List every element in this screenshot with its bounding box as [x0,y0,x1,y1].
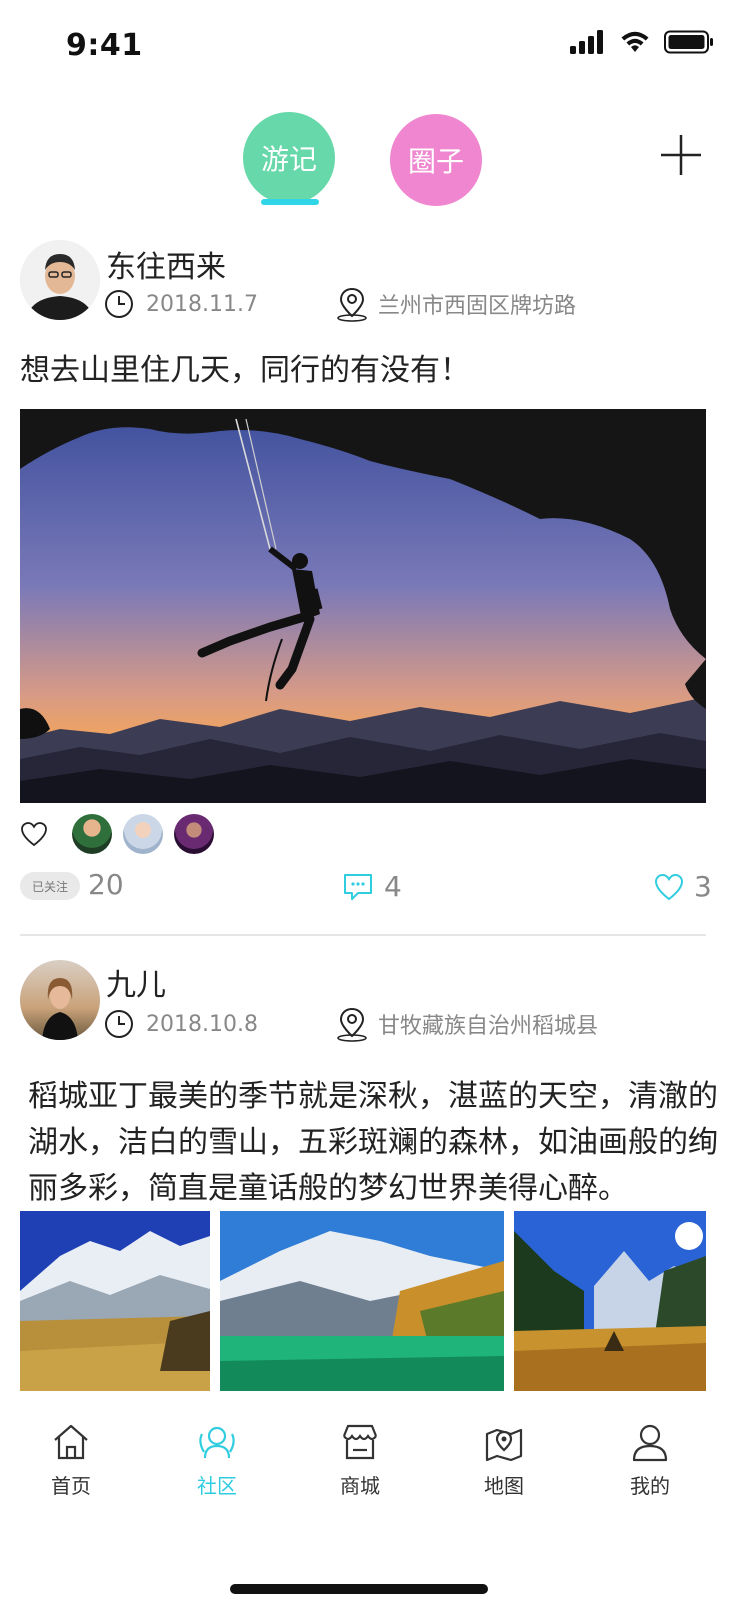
wifi-icon [621,31,649,52]
author-name[interactable]: 东往西来 [106,242,226,286]
heart-icon [654,873,684,900]
liker-avatar[interactable] [174,814,214,854]
comment-count: 4 [384,870,402,903]
post-text: 稻城亚丁最美的季节就是深秋，湛蓝的天空，清澈的湖水，洁白的雪山，五彩斑斓的森林，… [28,1079,718,1206]
nav-label: 社区 [197,1474,237,1498]
community-icon [199,1426,235,1459]
nav-label: 首页 [51,1474,91,1498]
bottom-nav: 首页 社区 商城 地图 我的 [0,1406,750,1556]
post-location[interactable]: 甘牧藏族自治州稻城县 [378,1008,598,1040]
top-tabs: 游记 圈子 [0,112,750,222]
post-text: 想去山里住几天，同行的有没有！ [20,353,470,388]
active-tab-underline [261,199,319,205]
author-avatar[interactable] [20,960,100,1040]
post-thumbnail[interactable] [20,1211,210,1391]
store-icon [342,1424,378,1460]
comment-button[interactable]: 4 [342,870,402,903]
status-icons [570,30,714,54]
home-icon [54,1424,88,1460]
author-name[interactable]: 九儿 [106,960,166,1004]
home-indicator[interactable] [230,1584,488,1594]
nav-map[interactable]: 地图 [454,1422,554,1499]
heart-outline-icon[interactable] [20,820,48,848]
tab-quanzi[interactable]: 圈子 [390,114,482,206]
like-count: 3 [694,870,712,903]
post-image[interactable] [20,409,706,803]
post-location[interactable]: 兰州市西固区牌坊路 [378,288,576,320]
glacier-lake-photo [220,1211,504,1391]
follow-count: 20 [88,868,124,901]
nav-profile[interactable]: 我的 [600,1422,700,1499]
post-date: 2018.11.7 [146,291,258,317]
cellular-signal-icon [570,30,603,54]
liker-avatar[interactable] [72,814,112,854]
post-meta: 2018.10.8 甘牧藏族自治州稻城县 [104,1006,598,1042]
post-meta: 2018.11.7 兰州市西固区牌坊路 [104,286,576,322]
post-card: 九儿 2018.10.8 甘牧藏族自治州稻城县 稻城亚丁最美的季节就是深秋，湛蓝… [0,956,750,1396]
profile-icon [632,1424,668,1462]
nav-label: 我的 [630,1474,670,1498]
post-actions: 已关注 20 4 3 [20,868,712,912]
likers-row [20,814,214,854]
nav-home[interactable]: 首页 [21,1422,121,1499]
status-time: 9:41 [66,28,143,63]
nav-store[interactable]: 商城 [310,1422,410,1499]
nav-label: 商城 [340,1474,380,1498]
status-bar: 9:41 [0,0,750,96]
clock-icon [105,290,133,318]
post-thumbnail[interactable] [220,1211,504,1391]
author-avatar[interactable] [20,240,100,320]
battery-icon [664,30,713,54]
nav-label: 地图 [484,1474,524,1498]
comment-icon [344,873,372,900]
post-divider [20,934,706,936]
location-pin-icon [337,287,367,322]
avatar-image [20,240,100,320]
followed-badge[interactable]: 已关注 [20,872,80,900]
liker-avatar[interactable] [123,814,163,854]
post-image-grid [20,1211,706,1391]
clock-icon [105,1010,133,1038]
rock-climber-photo [20,409,706,803]
like-button[interactable]: 3 [654,870,712,903]
map-icon [485,1428,523,1462]
nav-community[interactable]: 社区 [167,1422,267,1499]
plus-icon [661,135,701,175]
add-post-button[interactable] [660,134,702,176]
post-card: 东往西来 2018.11.7 兰州市西固区牌坊路 想去山里住几天，同行的有没有！ [0,236,750,936]
post-thumbnail[interactable] [514,1211,706,1391]
valley-sunburst-photo [514,1211,706,1391]
avatar-image [20,960,100,1040]
location-pin-icon [337,1007,367,1042]
tab-youji[interactable]: 游记 [243,112,335,204]
snow-mountain-photo [20,1211,210,1391]
post-date: 2018.10.8 [146,1011,258,1037]
